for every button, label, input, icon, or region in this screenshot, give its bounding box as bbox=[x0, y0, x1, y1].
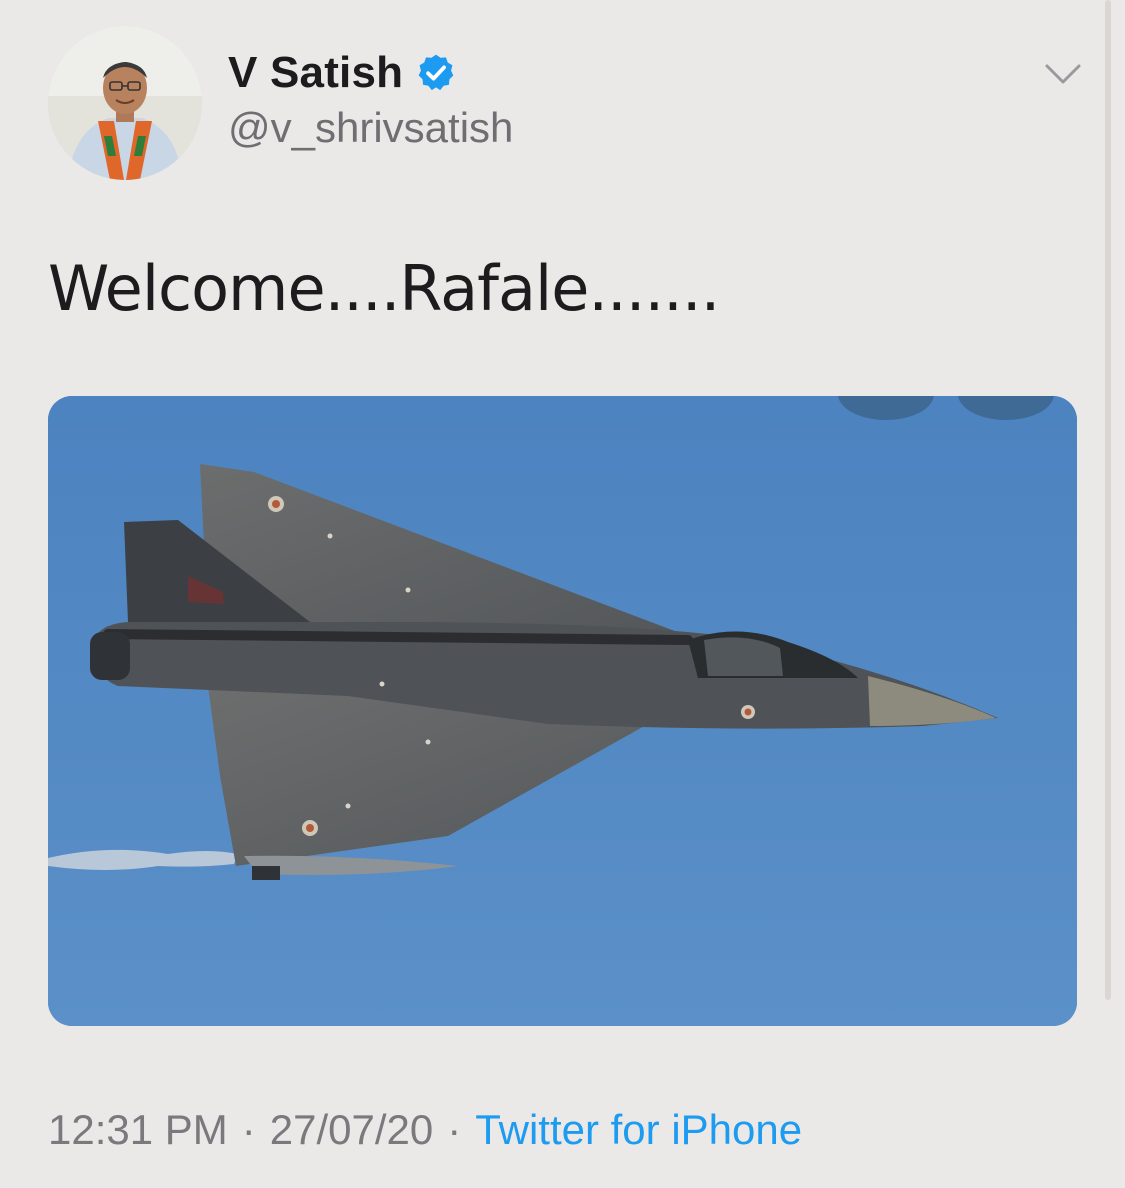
fighter-jet-photo bbox=[48, 396, 1077, 1026]
chevron-down-icon[interactable] bbox=[1044, 62, 1082, 88]
tweet-text: Welcome....Rafale....... bbox=[48, 252, 720, 325]
tweet-source-link[interactable]: Twitter for iPhone bbox=[475, 1106, 802, 1153]
avatar-image bbox=[48, 26, 202, 180]
tweet-date[interactable]: 27/07/20 bbox=[270, 1106, 434, 1153]
author-handle[interactable]: @v_shrivsatish bbox=[228, 104, 513, 152]
verified-badge-icon bbox=[418, 54, 454, 91]
meta-separator: · bbox=[447, 1106, 462, 1153]
tweet-time: 12:31 PM bbox=[48, 1106, 228, 1153]
tweet-media[interactable] bbox=[48, 396, 1077, 1026]
meta-separator: · bbox=[241, 1106, 256, 1153]
tweet-meta: 12:31 PM · 27/07/20 · Twitter for iPhone bbox=[48, 1106, 802, 1154]
avatar[interactable] bbox=[48, 26, 202, 180]
author-name[interactable]: V Satish bbox=[228, 48, 403, 98]
scrollbar[interactable] bbox=[1105, 0, 1111, 1000]
